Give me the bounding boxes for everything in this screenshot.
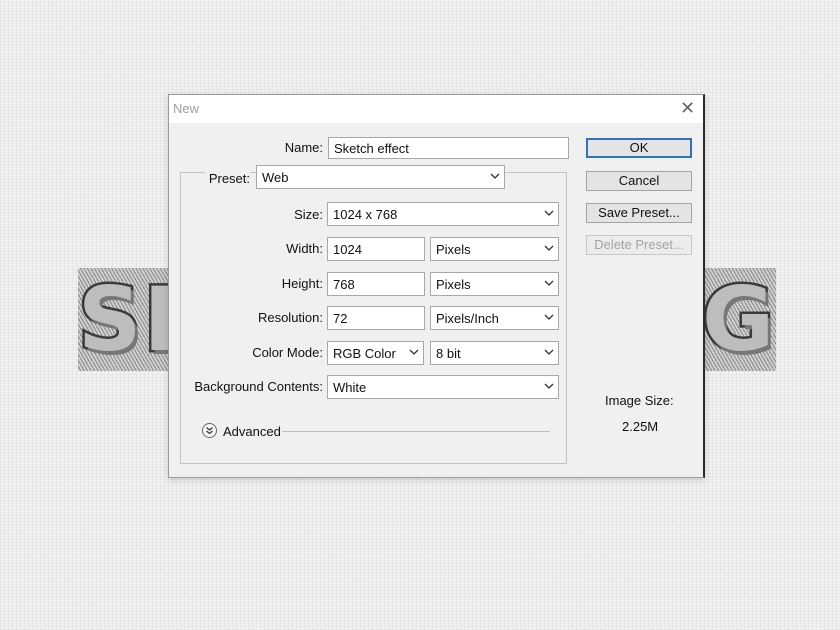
chevron-down-icon xyxy=(544,210,554,216)
resolution-unit-value: Pixels/Inch xyxy=(436,311,499,326)
bit-depth-value: 8 bit xyxy=(436,346,461,361)
background-text-left: SI xyxy=(75,266,179,374)
background-contents-label: Background Contents: xyxy=(194,379,323,394)
ok-button[interactable]: OK xyxy=(586,138,692,158)
close-icon[interactable]: ✕ xyxy=(680,98,695,119)
delete-preset-button: Delete Preset... xyxy=(586,235,692,255)
width-label: Width: xyxy=(286,241,323,256)
name-field[interactable]: Sketch effect xyxy=(328,137,569,159)
height-field[interactable]: 768 xyxy=(327,272,425,296)
advanced-expand-icon[interactable] xyxy=(202,423,217,438)
advanced-divider xyxy=(282,431,550,432)
new-document-dialog: New ✕ Name: Sketch effect Preset: Web Si… xyxy=(168,94,705,478)
advanced-label[interactable]: Advanced xyxy=(223,424,281,439)
bit-depth-select[interactable]: 8 bit xyxy=(430,341,559,365)
width-unit-select[interactable]: Pixels xyxy=(430,237,559,261)
height-label: Height: xyxy=(281,276,323,291)
background-contents-value: White xyxy=(333,380,367,395)
chevron-down-icon xyxy=(544,349,554,355)
background-text-right: G xyxy=(699,266,777,374)
height-unit-select[interactable]: Pixels xyxy=(430,272,559,296)
chevron-down-icon xyxy=(544,314,554,320)
background-contents-select[interactable]: White xyxy=(327,375,559,399)
chevron-down-icon xyxy=(409,349,419,355)
resolution-unit-select[interactable]: Pixels/Inch xyxy=(430,306,559,330)
save-preset-button[interactable]: Save Preset... xyxy=(586,203,692,223)
size-value: 1024 x 768 xyxy=(333,207,398,222)
preset-select[interactable]: Web xyxy=(256,165,505,189)
chevron-down-icon xyxy=(544,383,554,389)
name-label: Name: xyxy=(284,140,323,155)
image-size-label: Image Size: xyxy=(605,393,674,408)
resolution-label: Resolution: xyxy=(257,310,323,325)
chevron-down-icon xyxy=(544,280,554,286)
image-size-value: 2.25M xyxy=(622,419,659,434)
width-unit-value: Pixels xyxy=(436,242,471,257)
resolution-field[interactable]: 72 xyxy=(327,306,425,330)
height-unit-value: Pixels xyxy=(436,277,471,292)
chevron-down-icon xyxy=(490,173,500,179)
size-label: Size: xyxy=(294,207,323,222)
cancel-button[interactable]: Cancel xyxy=(586,171,692,191)
size-select[interactable]: 1024 x 768 xyxy=(327,202,559,226)
chevron-down-icon xyxy=(544,245,554,251)
color-mode-select[interactable]: RGB Color xyxy=(327,341,424,365)
color-mode-value: RGB Color xyxy=(333,346,396,361)
preset-value: Web xyxy=(262,170,289,185)
dialog-title: New xyxy=(173,101,200,116)
preset-label: Preset: xyxy=(204,171,250,186)
width-field[interactable]: 1024 xyxy=(327,237,425,261)
dialog-titlebar: New ✕ xyxy=(169,95,703,123)
color-mode-label: Color Mode: xyxy=(252,345,323,360)
